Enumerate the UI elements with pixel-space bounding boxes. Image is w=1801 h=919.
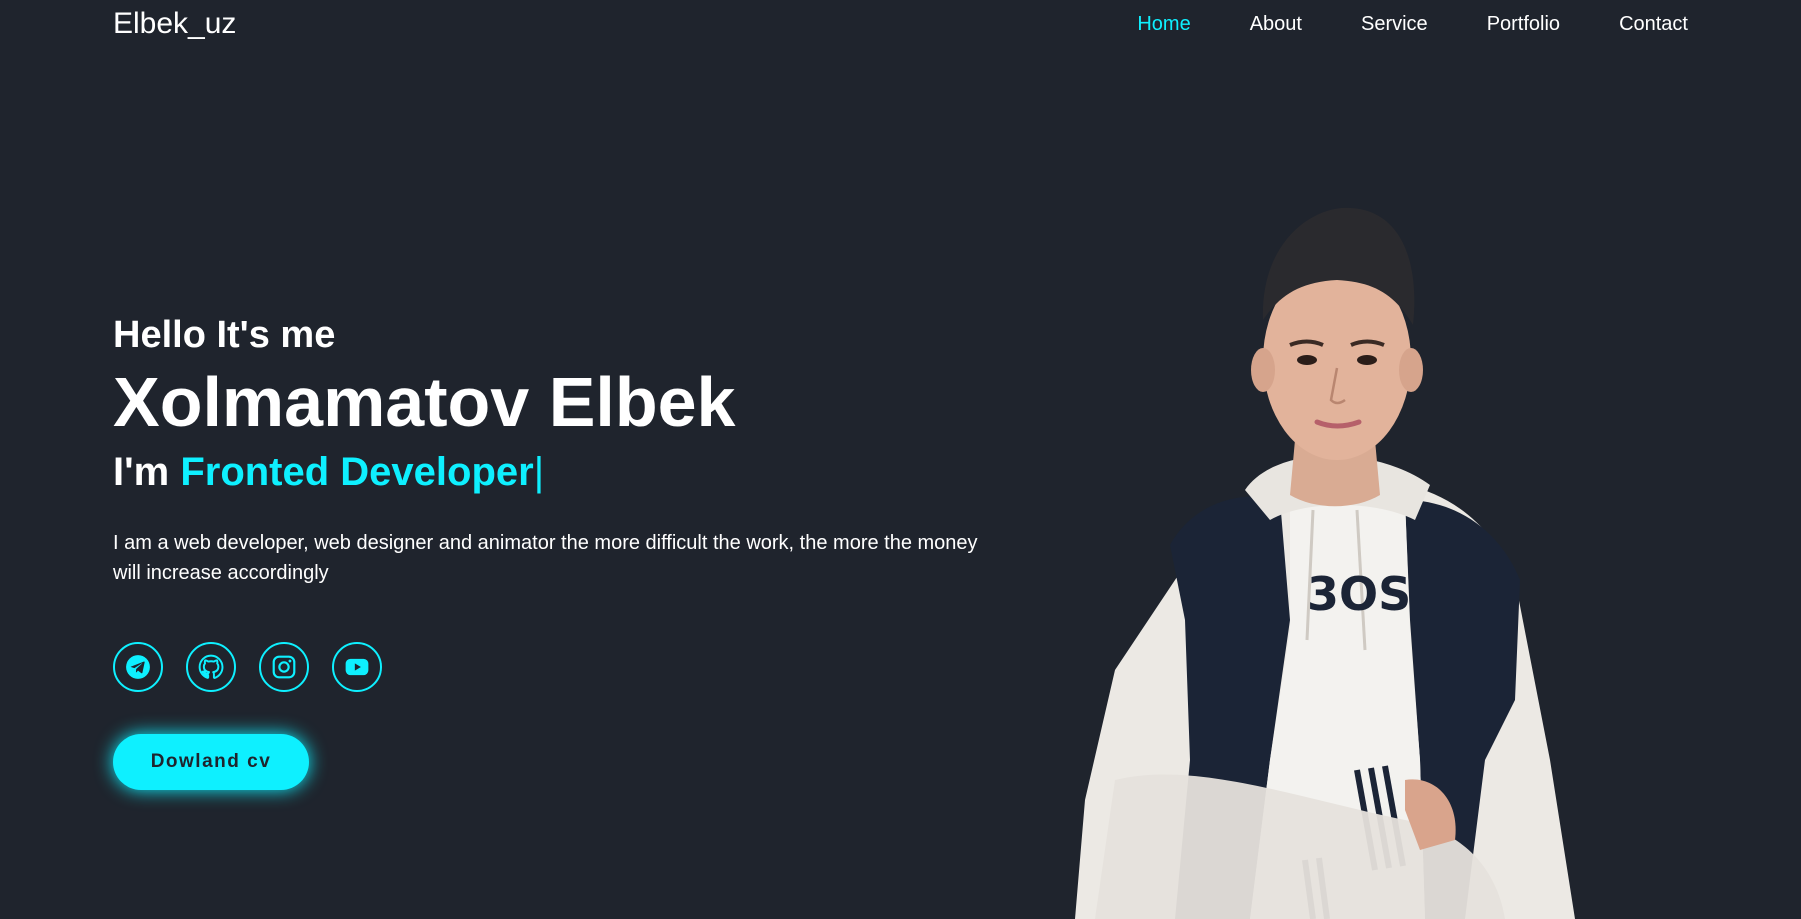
nav-service[interactable]: Service (1361, 13, 1428, 36)
hero-section: Hello It's me Xolmamatov Elbek I'm Front… (113, 310, 1013, 790)
main-nav: Home About Service Portfolio Contact (1078, 13, 1688, 36)
hero-role: I'm Fronted Developer| (113, 444, 1013, 500)
hero-description: I am a web developer, web designer and a… (113, 532, 978, 584)
nav-home[interactable]: Home (1137, 13, 1190, 36)
instagram-link[interactable] (259, 642, 309, 692)
hero-greeting: Hello It's me (113, 314, 336, 356)
site-logo[interactable]: Elbek_uz (113, 7, 236, 41)
hero-name: Xolmamatov Elbek (113, 363, 736, 441)
profile-photo: 3OS (1075, 207, 1575, 919)
instagram-icon (272, 655, 296, 679)
download-cv-button[interactable]: Dowland cv (113, 734, 309, 790)
site-header: Elbek_uz Home About Service Portfolio Co… (0, 0, 1801, 48)
nav-about[interactable]: About (1250, 13, 1302, 36)
role-text: Fronted Developer (180, 450, 534, 494)
github-icon (198, 654, 224, 679)
github-link[interactable] (186, 642, 236, 692)
nav-contact[interactable]: Contact (1619, 13, 1688, 36)
nav-portfolio[interactable]: Portfolio (1487, 13, 1560, 36)
svg-text:3OS: 3OS (1307, 567, 1411, 621)
telegram-link[interactable] (113, 642, 163, 692)
role-prefix: I'm (113, 450, 181, 494)
telegram-icon (126, 655, 150, 679)
youtube-link[interactable] (332, 642, 382, 692)
youtube-icon (345, 658, 369, 676)
social-links (113, 642, 1013, 692)
typing-cursor: | (533, 450, 545, 494)
